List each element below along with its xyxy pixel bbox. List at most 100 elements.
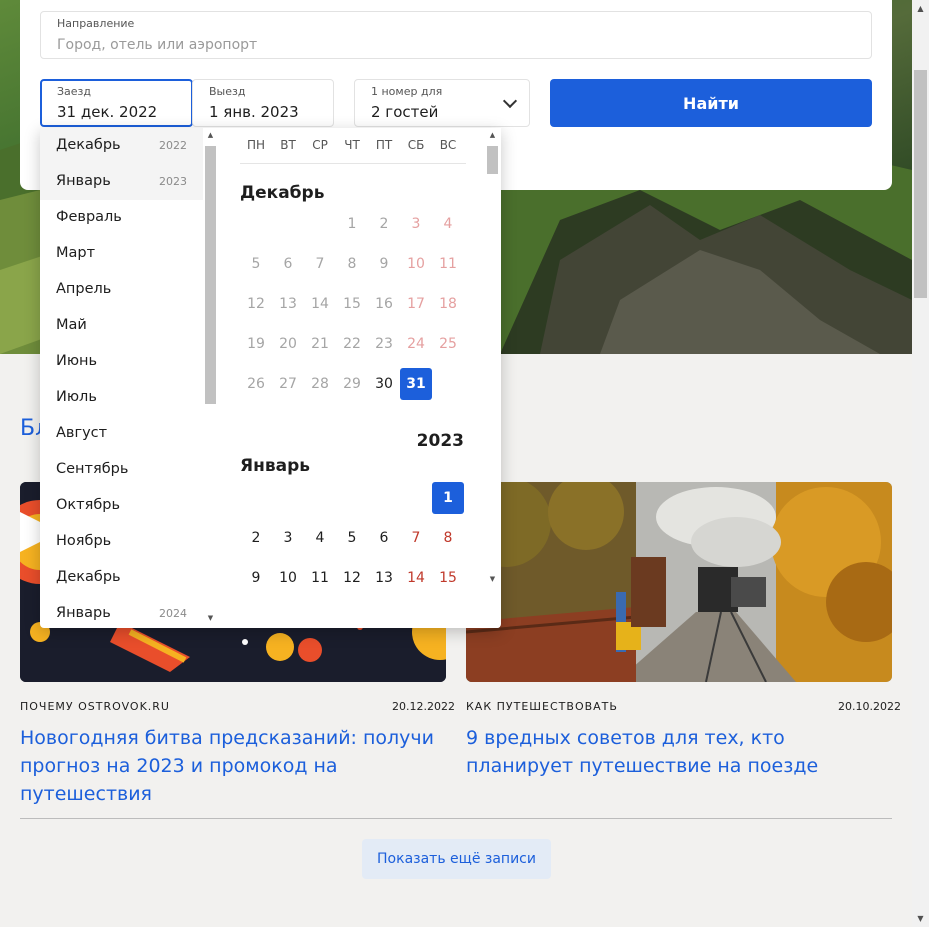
day-cell[interactable]: 2 xyxy=(240,522,272,554)
post-title-link[interactable]: 9 вредных советов для тех, кто планирует… xyxy=(466,724,892,780)
day-cell[interactable]: 19 xyxy=(240,328,272,360)
month-list-item[interactable]: Июль xyxy=(40,380,203,416)
day-cell[interactable]: 2 xyxy=(368,208,400,240)
section-divider xyxy=(20,818,892,819)
day-cell[interactable]: 1 xyxy=(432,482,464,514)
scroll-up-arrow-icon[interactable]: ▲ xyxy=(488,131,497,139)
day-cell[interactable]: 6 xyxy=(368,522,400,554)
day-cell[interactable]: 27 xyxy=(272,368,304,400)
show-more-button[interactable]: Показать ещё записи xyxy=(362,839,551,879)
month-year: 2023 xyxy=(159,175,187,188)
days-scrollbar[interactable]: ▲ ▼ xyxy=(485,128,500,628)
day-cell[interactable]: 18 xyxy=(432,288,464,320)
day-cell[interactable]: 8 xyxy=(336,248,368,280)
day-cell[interactable]: 13 xyxy=(368,562,400,594)
day-cell[interactable]: 7 xyxy=(304,248,336,280)
month-list-item[interactable]: Декабрь 2022 xyxy=(40,128,203,164)
month-list-item[interactable]: Сентябрь xyxy=(40,452,203,488)
weekday-divider xyxy=(240,163,466,164)
month-list-item[interactable]: Июнь xyxy=(40,344,203,380)
day-cell[interactable]: 29 xyxy=(336,368,368,400)
day-cell[interactable]: 24 xyxy=(400,328,432,360)
scroll-up-arrow-icon[interactable]: ▲ xyxy=(912,0,929,17)
month-name: Июнь xyxy=(56,353,98,369)
day-cell[interactable]: 14 xyxy=(304,288,336,320)
day-cell[interactable]: 5 xyxy=(336,522,368,554)
month-list-item[interactable]: Март xyxy=(40,236,203,272)
scroll-down-arrow-icon[interactable]: ▼ xyxy=(488,575,497,583)
day-cell[interactable]: 26 xyxy=(240,368,272,400)
month-title-january: Январь xyxy=(240,456,310,476)
checkout-field[interactable]: Выезд 1 янв. 2023 xyxy=(192,79,334,127)
day-cell[interactable]: 10 xyxy=(400,248,432,280)
day-cell[interactable]: 7 xyxy=(400,522,432,554)
day-cell[interactable]: 3 xyxy=(400,208,432,240)
scrollbar-thumb[interactable] xyxy=(487,146,498,174)
day-cell[interactable]: 17 xyxy=(400,288,432,320)
day-cell[interactable]: 12 xyxy=(336,562,368,594)
day-cell[interactable]: 11 xyxy=(304,562,336,594)
day-cell[interactable]: 31 xyxy=(400,368,432,400)
month-list-item[interactable]: Октябрь xyxy=(40,488,203,524)
day-cell[interactable]: 9 xyxy=(240,562,272,594)
day-cell[interactable]: 20 xyxy=(272,328,304,360)
day-cell[interactable]: 12 xyxy=(240,288,272,320)
post-category[interactable]: КАК ПУТЕШЕСТВОВАТЬ xyxy=(466,700,618,713)
month-list-item[interactable]: Декабрь xyxy=(40,560,203,596)
day-cell[interactable]: 13 xyxy=(272,288,304,320)
month-list-scrollbar[interactable]: ▲ ▼ xyxy=(203,128,218,628)
find-button[interactable]: Найти xyxy=(550,79,872,127)
day-cell[interactable]: 9 xyxy=(368,248,400,280)
scrollbar-thumb[interactable] xyxy=(914,70,927,298)
post-category[interactable]: ПОЧЕМУ OSTROVOK.RU xyxy=(20,700,170,713)
month-list-item[interactable]: Август xyxy=(40,416,203,452)
date-picker-dropdown: Декабрь 2022 Январь 2023 Февраль Март Апрель Ма… xyxy=(40,128,501,628)
day-cell[interactable]: 15 xyxy=(432,562,464,594)
day-cell[interactable]: 15 xyxy=(336,288,368,320)
month-list-item[interactable]: Январь 2024 xyxy=(40,596,203,628)
month-name: Декабрь xyxy=(56,137,121,153)
checkin-field[interactable]: Заезд 31 дек. 2022 xyxy=(40,79,193,127)
guests-select[interactable]: 1 номер для 2 гостей xyxy=(354,79,530,127)
day-cell[interactable]: 1 xyxy=(336,208,368,240)
day-cell[interactable]: 10 xyxy=(272,562,304,594)
month-list-item[interactable]: Апрель xyxy=(40,272,203,308)
scroll-down-arrow-icon[interactable]: ▼ xyxy=(206,614,215,622)
day-cell[interactable]: 3 xyxy=(272,522,304,554)
month-list-item[interactable]: Ноябрь xyxy=(40,524,203,560)
scroll-down-arrow-icon[interactable]: ▼ xyxy=(912,910,929,927)
month-name: Июль xyxy=(56,389,97,405)
weekday-header: ВС xyxy=(439,138,457,152)
day-cell[interactable]: 8 xyxy=(432,522,464,554)
weekday-header: СР xyxy=(312,138,328,152)
day-cell[interactable]: 4 xyxy=(304,522,336,554)
day-cell[interactable]: 28 xyxy=(304,368,336,400)
weekday-header: ПН xyxy=(246,138,266,152)
post-date: 20.12.2022 xyxy=(392,700,455,713)
scrollbar-thumb[interactable] xyxy=(205,146,216,404)
month-list-item[interactable]: Январь 2023 xyxy=(40,164,203,200)
scroll-up-arrow-icon[interactable]: ▲ xyxy=(206,131,215,139)
day-cell[interactable]: 16 xyxy=(368,288,400,320)
month-name: Март xyxy=(56,245,96,261)
month-list-item[interactable]: Февраль xyxy=(40,200,203,236)
page-scrollbar[interactable]: ▲ ▼ xyxy=(912,0,929,927)
post-date: 20.10.2022 xyxy=(838,700,901,713)
checkin-value: 31 дек. 2022 xyxy=(57,103,158,121)
post-title-link[interactable]: Новогодняя битва предсказаний: получи пр… xyxy=(20,724,446,808)
day-cell[interactable]: 11 xyxy=(432,248,464,280)
day-cell[interactable]: 4 xyxy=(432,208,464,240)
destination-field[interactable]: Направление Город, отель или аэропорт xyxy=(40,11,872,59)
days-grid: Декабрь 2023 Январь ПН ВТ СР ЧТ ПТ СБ ВС 1 2 3 4 5 6… xyxy=(220,128,486,628)
day-cell[interactable]: 14 xyxy=(400,562,432,594)
checkout-value: 1 янв. 2023 xyxy=(209,103,299,121)
day-cell[interactable]: 22 xyxy=(336,328,368,360)
post-image-train[interactable] xyxy=(466,482,892,682)
day-cell[interactable]: 6 xyxy=(272,248,304,280)
day-cell[interactable]: 23 xyxy=(368,328,400,360)
day-cell[interactable]: 5 xyxy=(240,248,272,280)
day-cell[interactable]: 30 xyxy=(368,368,400,400)
day-cell[interactable]: 25 xyxy=(432,328,464,360)
day-cell[interactable]: 21 xyxy=(304,328,336,360)
month-list-item[interactable]: Май xyxy=(40,308,203,344)
